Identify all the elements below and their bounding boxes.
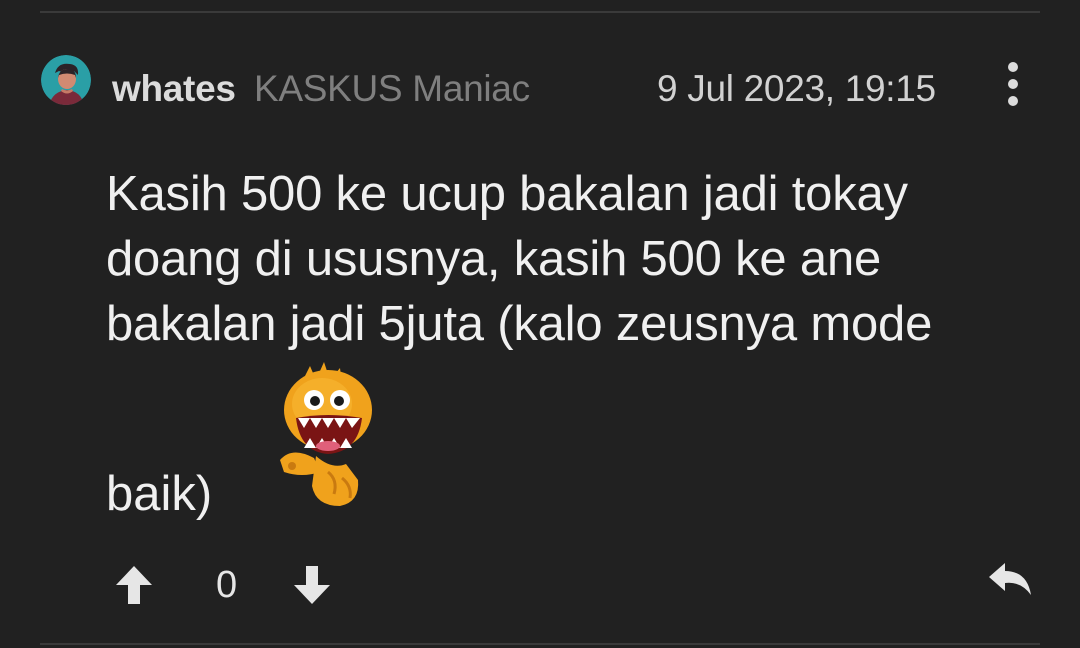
arrow-up-icon[interactable]	[112, 563, 156, 607]
author-rank: KASKUS Maniac	[254, 68, 530, 109]
top-divider	[40, 11, 1040, 13]
reply-icon[interactable]	[985, 559, 1035, 603]
bottom-divider	[40, 643, 1040, 645]
grinning-orange-monster-emoticon	[272, 360, 380, 510]
arrow-down-icon[interactable]	[290, 563, 334, 607]
post-actions: 0	[40, 555, 1040, 615]
vote-count: 0	[216, 564, 238, 606]
post-timestamp: 9 Jul 2023, 19:15	[657, 68, 936, 109]
author-username[interactable]: whates	[112, 68, 236, 110]
post-body-line: Kasih 500 ke ucup bakalan jadi tokay	[106, 167, 908, 221]
post-body-last-line: baik)	[106, 467, 213, 521]
post-body-line: bakalan jadi 5juta (kalo zeusnya mode	[106, 297, 933, 351]
post-body-line: doang di ususnya, kasih 500 ke ane	[106, 232, 882, 286]
post-header: whates KASKUS Maniac 9 Jul 2023, 19:15	[40, 54, 1040, 114]
user-avatar-icon[interactable]	[41, 55, 91, 105]
post-body: Kasih 500 ke ucup bakalan jadi tokay doa…	[106, 162, 1066, 357]
more-vertical-icon[interactable]	[995, 58, 1031, 110]
